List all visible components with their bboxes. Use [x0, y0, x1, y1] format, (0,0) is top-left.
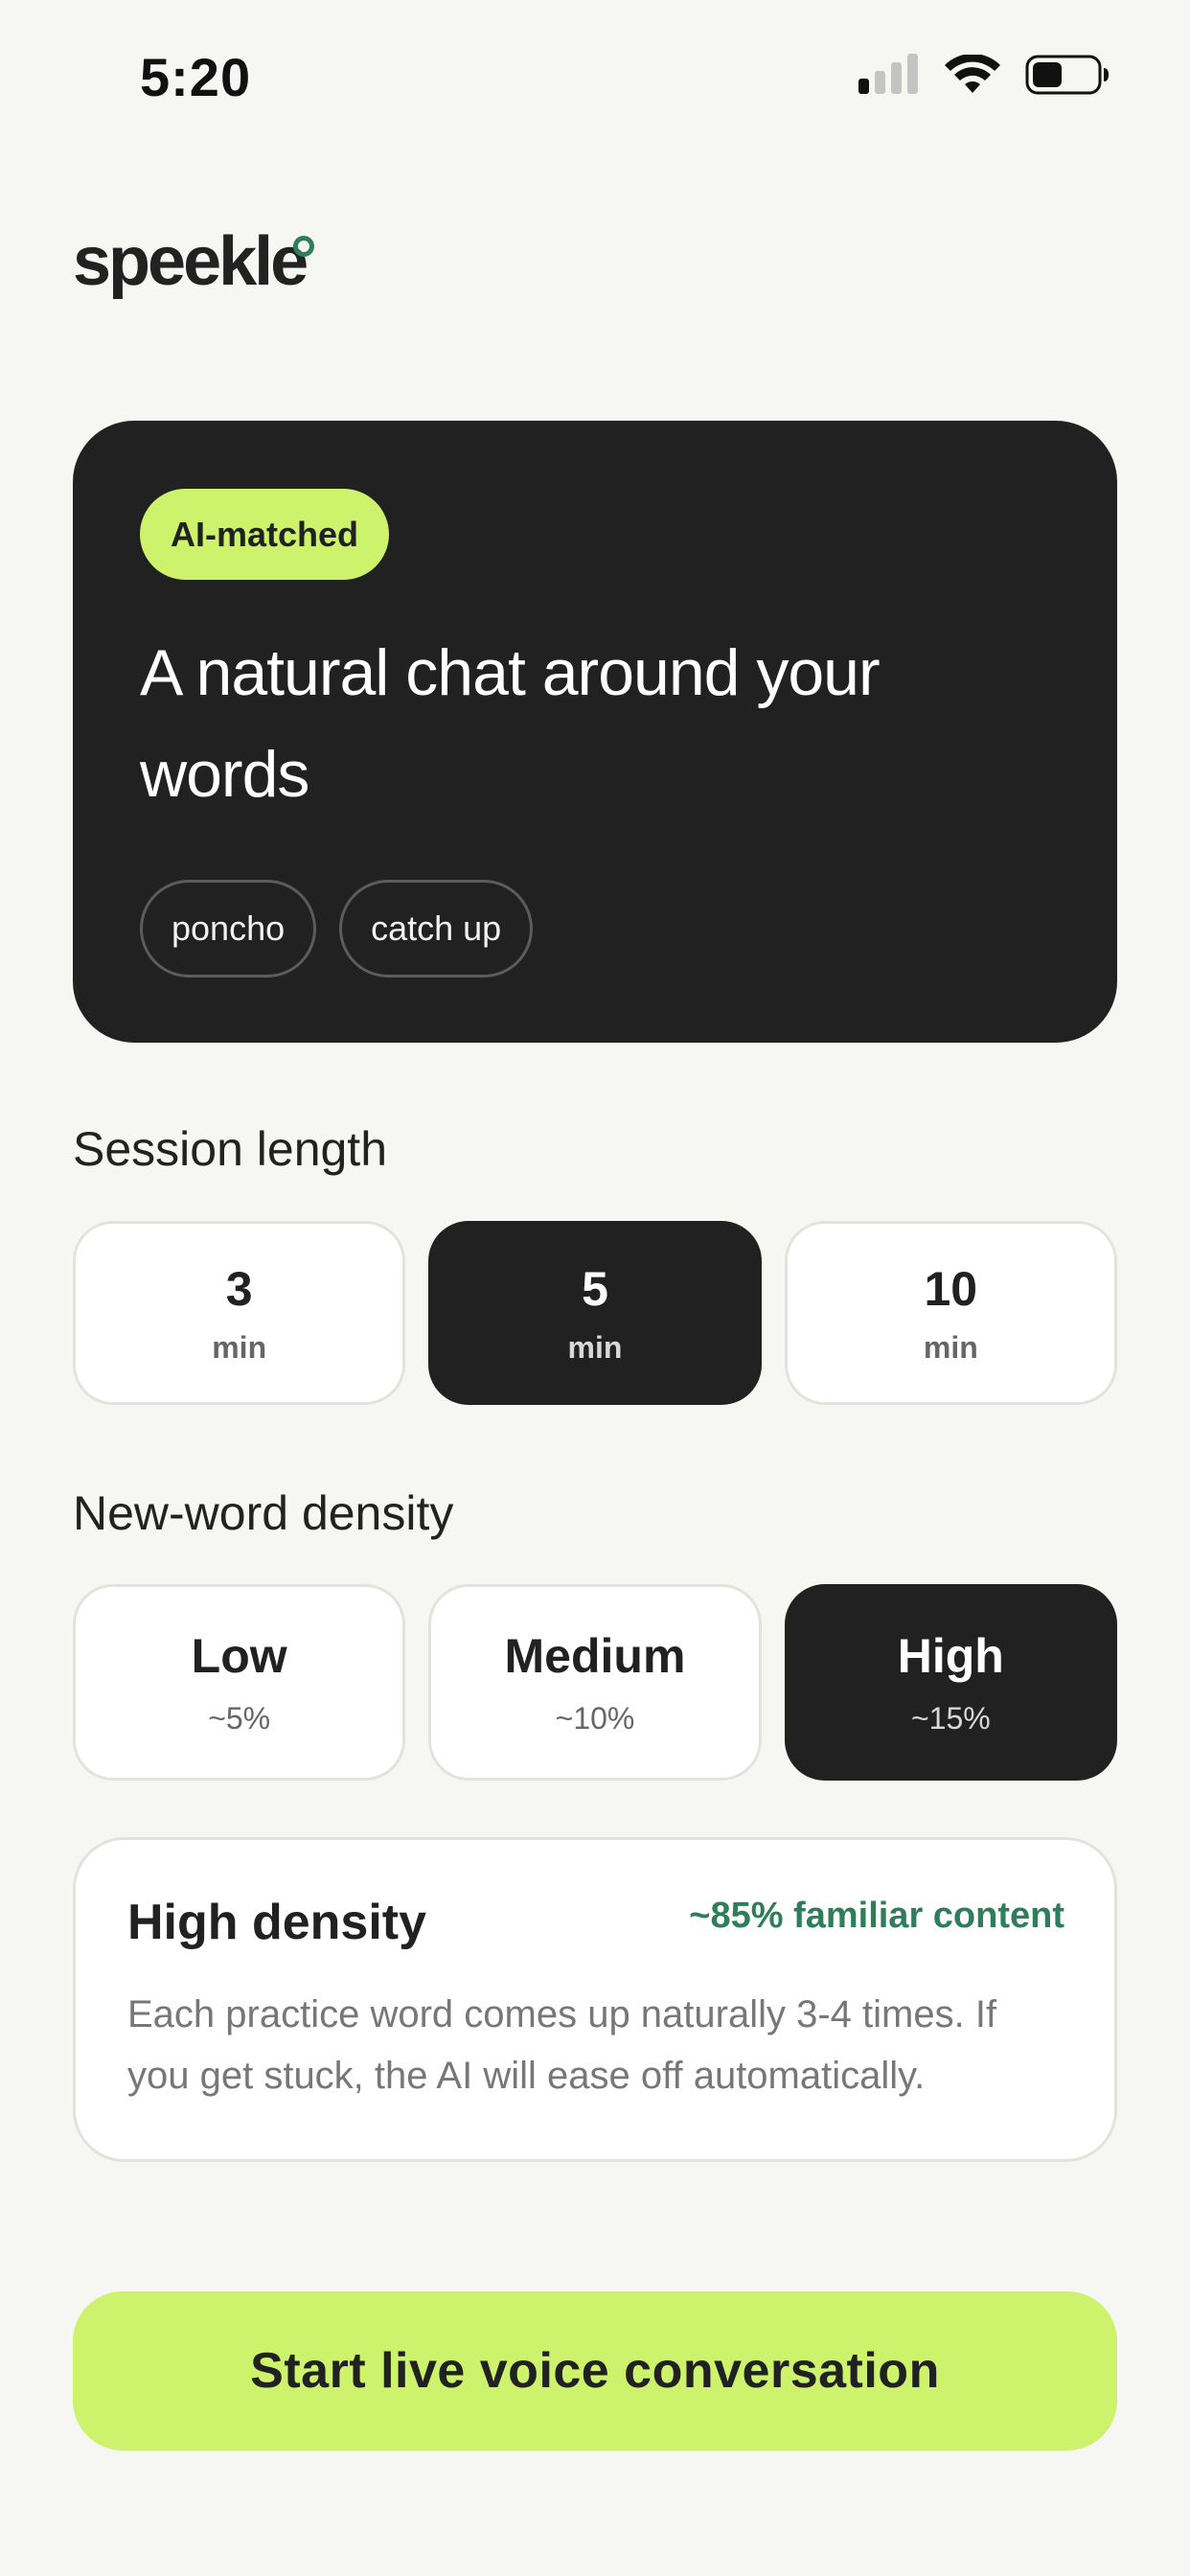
conversation-title: A natural chat around your words — [140, 636, 881, 811]
info-title: High density — [127, 1895, 427, 1950]
session-length-options: 3 min 5 min 10 min — [73, 1221, 1117, 1405]
app-logo: speekle — [73, 223, 309, 300]
density-options: Low ~5% Medium ~10% High ~15% — [73, 1584, 1117, 1781]
conversation-card: AI-matched A natural chat around your wo… — [73, 421, 1117, 1043]
wifi-icon — [945, 55, 1000, 93]
session-length-option-10[interactable]: 10 min — [784, 1221, 1117, 1405]
density-label: New-word density — [73, 1486, 454, 1540]
start-conversation-button[interactable]: Start live voice conversation — [73, 2291, 1117, 2450]
option-percentage: ~15% — [910, 1701, 991, 1736]
density-option-low[interactable]: Low ~5% — [73, 1584, 406, 1781]
status-icons — [858, 54, 1110, 96]
density-option-high[interactable]: High ~15% — [784, 1584, 1117, 1781]
screen: 5:20 speekle AI-matched A natural chat a… — [0, 0, 1190, 2576]
option-percentage: ~5% — [208, 1701, 271, 1736]
session-length-option-3[interactable]: 3 min — [73, 1221, 406, 1405]
option-unit: min — [212, 1329, 267, 1365]
logo-dot-icon — [293, 236, 314, 257]
status-bar: 5:20 — [0, 0, 1190, 144]
option-value: 5 — [582, 1261, 608, 1316]
option-unit: min — [923, 1329, 978, 1365]
battery-icon — [1025, 55, 1109, 95]
ai-matched-badge: AI-matched — [140, 489, 390, 580]
density-option-medium[interactable]: Medium ~10% — [428, 1584, 762, 1781]
status-time: 5:20 — [140, 47, 252, 107]
session-length-option-5[interactable]: 5 min — [428, 1221, 762, 1405]
option-name: High — [897, 1629, 1004, 1683]
word-chip: poncho — [140, 880, 317, 978]
option-name: Medium — [504, 1629, 686, 1683]
practice-word-chips: poncho catch up — [140, 880, 534, 978]
session-length-label: Session length — [73, 1122, 388, 1176]
option-unit: min — [567, 1329, 623, 1365]
familiar-content-stat: ~85% familiar content — [689, 1896, 1064, 1936]
option-name: Low — [191, 1629, 287, 1683]
cellular-signal-icon — [858, 54, 918, 94]
density-info-card: High density ~85% familiar content Each … — [73, 1837, 1117, 2162]
word-chip: catch up — [339, 880, 534, 978]
option-value: 3 — [225, 1261, 253, 1316]
option-value: 10 — [924, 1261, 978, 1316]
option-percentage: ~10% — [555, 1701, 635, 1736]
info-description: Each practice word comes up naturally 3-… — [127, 1993, 997, 2097]
